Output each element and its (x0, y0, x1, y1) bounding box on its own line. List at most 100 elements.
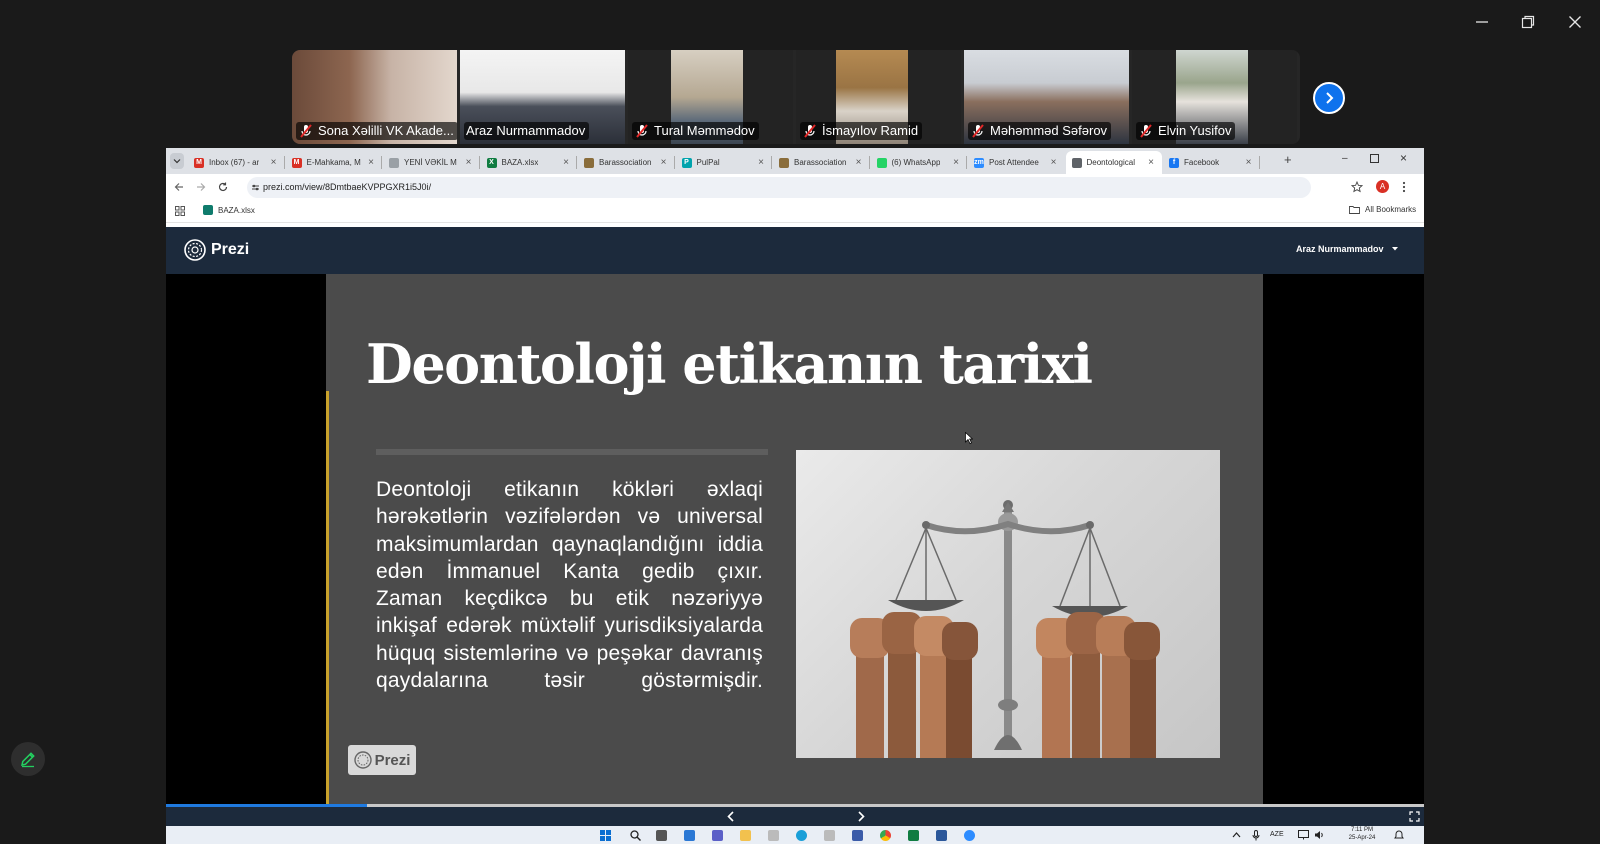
close-tab-icon[interactable]: × (466, 157, 472, 168)
participant-tile-active-speaker[interactable]: Araz Nurmammadov (460, 50, 625, 144)
prezi-logo[interactable]: Prezi (184, 239, 249, 261)
all-bookmarks-button[interactable]: All Bookmarks (1349, 205, 1416, 214)
participant-tile[interactable]: İsmayılov Ramid (796, 50, 961, 144)
task-view-icon[interactable] (656, 830, 667, 841)
browser-tab[interactable]: zm Post Attendee × (968, 151, 1065, 174)
shared-screen: M Inbox (67) - ar × M E-Mahkama, M × YENİ VƏKİ… (166, 148, 1424, 844)
browser-tab-strip: M Inbox (67) - ar × M E-Mahkama, M × YENİ VƏKİ… (166, 148, 1424, 174)
chevron-up-icon[interactable] (1232, 831, 1241, 839)
bookmark-item[interactable]: BAZA.xlsx (203, 205, 255, 215)
participant-tile[interactable]: Tural Məmmədov (628, 50, 793, 144)
pulpal-icon: P (681, 157, 692, 168)
windows-start-icon[interactable] (600, 830, 611, 841)
browser-tab[interactable]: M E-Mahkama, M × (286, 151, 382, 174)
close-tab-icon[interactable]: × (758, 157, 764, 168)
participant-nameplate: Elvin Yusifov (1136, 122, 1236, 140)
tab-separator (478, 156, 480, 169)
browser-close-button[interactable]: × (1400, 151, 1407, 165)
close-tab-icon[interactable]: × (661, 157, 667, 168)
whatsapp-icon (876, 157, 887, 168)
browser-tab[interactable]: M Inbox (67) - ar × (188, 151, 285, 174)
browser-tab-label: Barassociation (599, 158, 652, 167)
close-window-button[interactable] (1555, 8, 1595, 36)
close-tab-icon[interactable]: × (1051, 157, 1057, 168)
participant-nameplate: Tural Məmmədov (632, 122, 759, 140)
taskbar-app-icon[interactable] (824, 830, 835, 841)
microphone-muted-icon (1140, 124, 1152, 138)
browser-tab-label: Barassociation (794, 158, 847, 167)
tab-separator (673, 156, 675, 169)
previous-slide-icon[interactable] (726, 811, 736, 822)
notifications-icon[interactable] (1394, 830, 1404, 840)
close-tab-icon[interactable]: × (856, 157, 862, 168)
more-menu-icon[interactable] (1402, 181, 1406, 193)
reload-icon[interactable] (218, 182, 228, 192)
address-bar[interactable]: prezi.com/view/8DmtbaeKVPPGXR1i5J0i/ (247, 177, 1311, 198)
participant-tile[interactable]: Sona Xəlilli VK Akade... (292, 50, 457, 144)
new-tab-button[interactable]: + (1284, 152, 1292, 167)
browser-tab-label: Deontological (1086, 158, 1135, 167)
tab-separator (576, 156, 577, 169)
teams-icon[interactable] (712, 830, 723, 841)
prezi-logo-icon (353, 751, 372, 769)
tab-separator (966, 156, 967, 169)
user-menu[interactable]: Araz Nurmammadov (1296, 244, 1399, 254)
gallery-next-page-button[interactable] (1313, 82, 1345, 114)
scales-of-justice-image (796, 450, 1220, 758)
participant-nameplate: Məhəmməd Səfərov (968, 122, 1112, 140)
taskbar-app-icon[interactable] (768, 830, 779, 841)
system-clock[interactable]: 7:11 PM 25-Apr-24 (1336, 826, 1388, 842)
participant-name: Sona Xəlilli VK Akade... (318, 123, 454, 138)
profile-avatar[interactable]: A (1376, 180, 1389, 193)
close-tab-icon[interactable]: × (368, 157, 374, 168)
bookmark-star-icon[interactable] (1351, 181, 1363, 193)
browser-tab-label: Inbox (67) - ar (209, 158, 260, 167)
browser-tab[interactable]: X BAZA.xlsx × (481, 151, 577, 174)
browser-tab[interactable]: f Facebook × (1163, 151, 1260, 174)
zoom-icon[interactable] (964, 830, 975, 841)
participant-name: Elvin Yusifov (1158, 123, 1232, 138)
store-icon[interactable] (852, 830, 863, 841)
sharepoint-icon (203, 205, 213, 215)
next-slide-icon[interactable] (856, 811, 866, 822)
browser-tab[interactable]: Barassociation × (578, 151, 675, 174)
file-explorer-icon[interactable] (740, 830, 751, 841)
browser-tab[interactable]: (6) WhatsApp × (871, 151, 967, 174)
close-tab-icon[interactable]: × (271, 157, 277, 168)
browser-tab[interactable]: Deontological × (1065, 151, 1162, 174)
participant-tile[interactable]: Məhəmməd Səfərov (964, 50, 1129, 144)
volume-icon[interactable] (1314, 830, 1325, 840)
close-tab-icon[interactable]: × (563, 157, 569, 168)
excel-icon[interactable] (908, 830, 919, 841)
close-tab-icon[interactable]: × (953, 157, 959, 168)
back-arrow-icon[interactable] (174, 182, 184, 192)
widgets-icon[interactable] (684, 830, 695, 841)
fullscreen-icon[interactable] (1409, 811, 1420, 822)
minimize-window-button[interactable] (1462, 8, 1502, 36)
browser-minimize-button[interactable]: – (1342, 153, 1348, 164)
close-tab-icon[interactable]: × (1246, 157, 1252, 168)
site-info-icon[interactable] (251, 183, 260, 192)
browser-tab-label: E-Mahkama, M (306, 158, 361, 167)
word-icon[interactable] (936, 830, 947, 841)
browser-tab[interactable]: YENİ VƏKİL M × (383, 151, 480, 174)
network-icon[interactable] (1298, 830, 1309, 840)
microphone-icon[interactable] (1252, 830, 1260, 841)
restore-window-button[interactable] (1508, 8, 1548, 36)
facebook-icon: f (1169, 157, 1179, 168)
tab-search-button[interactable] (170, 153, 184, 169)
prezi-watermark-badge[interactable]: Prezi (348, 745, 416, 775)
chrome-icon[interactable] (880, 830, 891, 841)
browser-tab[interactable]: Barassociation × (773, 151, 870, 174)
input-language-indicator[interactable]: AZE (1270, 831, 1284, 838)
forward-arrow-icon[interactable] (196, 182, 206, 192)
browser-restore-button[interactable] (1370, 154, 1379, 163)
edge-icon[interactable] (796, 830, 807, 841)
annotate-button[interactable] (11, 742, 45, 776)
close-tab-icon[interactable]: × (1148, 157, 1154, 168)
search-icon[interactable] (630, 830, 641, 841)
browser-tab[interactable]: P PulPal × (676, 151, 772, 174)
apps-grid-icon[interactable] (175, 206, 185, 216)
url-text: prezi.com/view/8DmtbaeKVPPGXR1i5J0i/ (263, 182, 432, 192)
participant-tile[interactable]: Elvin Yusifov (1132, 50, 1297, 144)
